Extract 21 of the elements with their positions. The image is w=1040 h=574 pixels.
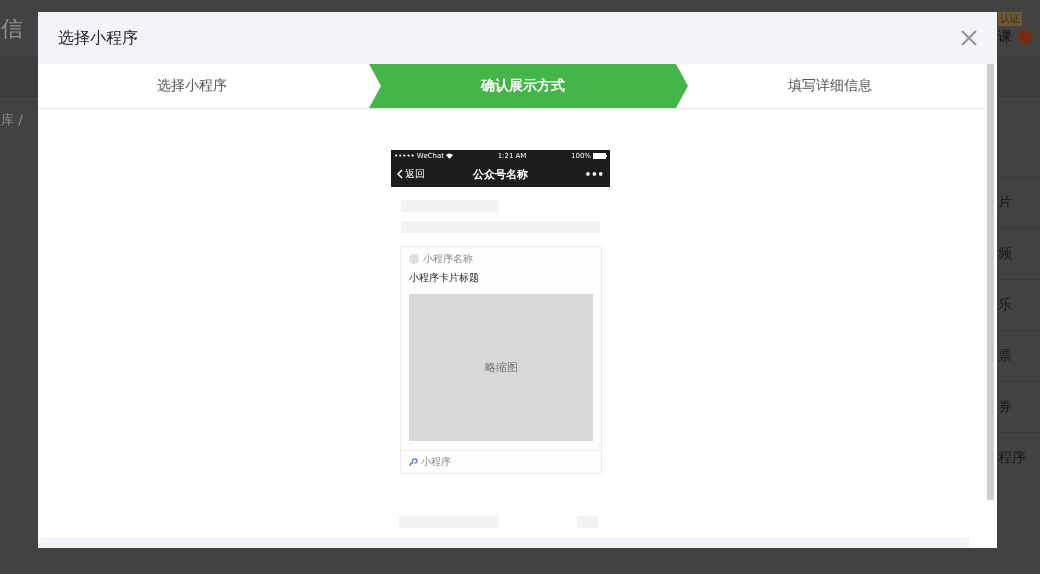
scrollbar-thumb[interactable] bbox=[986, 64, 994, 500]
nav-title: 公众号名称 bbox=[473, 166, 528, 182]
link-icon bbox=[409, 457, 418, 467]
battery-icon bbox=[593, 152, 607, 159]
wifi-icon bbox=[446, 152, 454, 159]
back-button[interactable]: 返回 bbox=[397, 167, 473, 181]
notification-dot bbox=[1018, 29, 1032, 44]
card-footer-label: 小程序 bbox=[421, 455, 451, 469]
step-tab[interactable]: 选择小程序 bbox=[38, 64, 345, 108]
logo-circle bbox=[409, 254, 419, 264]
chevron-left-icon bbox=[397, 169, 403, 179]
app-name: 小程序名称 bbox=[423, 252, 473, 266]
breadcrumb: 库 / bbox=[1, 111, 23, 129]
more-button[interactable]: ••• bbox=[584, 168, 604, 180]
step-tab[interactable]: 确认展示方式 bbox=[369, 64, 688, 108]
dialog-title: 选择小程序 bbox=[58, 27, 138, 49]
page-title: 信 bbox=[1, 14, 23, 43]
thumbnail-label: 略缩图 bbox=[484, 360, 518, 375]
card-title: 小程序卡片标题 bbox=[408, 271, 480, 285]
close-icon bbox=[959, 28, 979, 48]
close-button[interactable] bbox=[959, 28, 979, 48]
